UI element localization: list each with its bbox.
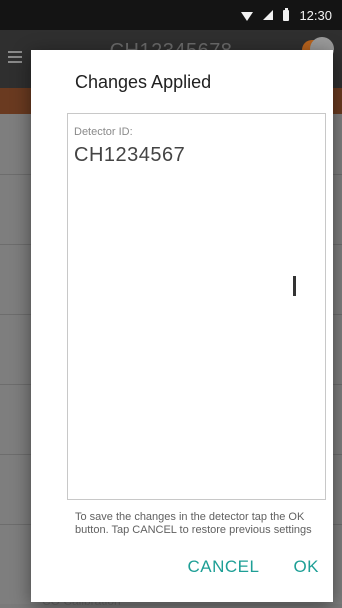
battery-icon [283,7,290,21]
status-icons: 12:30 [241,7,332,23]
status-time: 12:30 [299,7,332,23]
scroll-indicator[interactable] [293,276,296,296]
dialog-instructions: To save the changes in the detector tap … [75,511,312,536]
detector-id-label: Detector ID: [74,126,133,138]
detector-id-value: CH1234567 [74,144,186,166]
detector-id-field[interactable]: Detector ID: CH1234567 [67,113,326,500]
signal-icon [263,10,274,20]
wifi-icon [241,12,254,21]
cancel-button[interactable]: CANCEL [187,557,259,577]
ok-button[interactable]: OK [293,557,319,577]
changes-applied-dialog: Changes Applied Detector ID: CH1234567 T… [31,50,333,602]
dialog-title: Changes Applied [75,72,212,92]
dialog-actions: CANCEL OK [187,557,319,577]
status-bar: 12:30 [0,0,342,30]
